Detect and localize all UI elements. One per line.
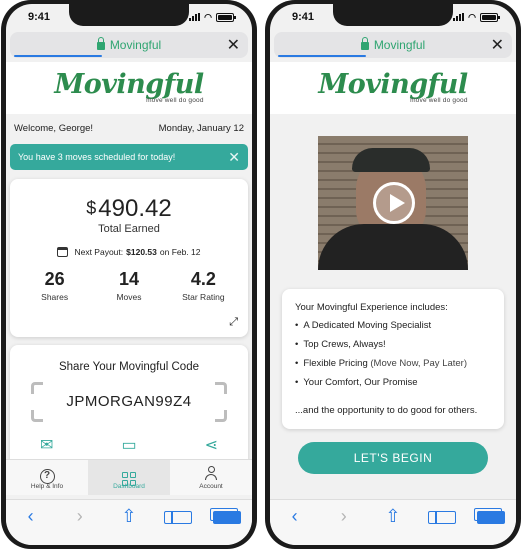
lock-icon bbox=[96, 37, 105, 50]
screen: 9:41 ◠ Movingful ✕ Movingful move well d… bbox=[270, 4, 516, 545]
stats-row: 26 Shares 14 Moves 4.2 Star Rating bbox=[18, 269, 240, 302]
total-earned-label: Total Earned bbox=[98, 223, 160, 235]
bookmarks-icon bbox=[428, 511, 457, 524]
close-icon[interactable]: ✕ bbox=[491, 35, 504, 55]
forward-icon[interactable]: › bbox=[66, 506, 94, 527]
intro-video[interactable] bbox=[318, 136, 468, 270]
tabs-icon bbox=[213, 511, 242, 524]
status-time: 9:41 bbox=[28, 11, 51, 23]
share-sheet-icon[interactable]: ⇧ bbox=[115, 506, 143, 527]
notch bbox=[333, 4, 453, 26]
share-code-card: Share Your Movingful Code JPMORGAN99Z4 ✉… bbox=[10, 345, 248, 475]
stat-shares: 26 Shares bbox=[41, 269, 69, 302]
payout-amount: $120.53 bbox=[126, 247, 157, 257]
play-icon[interactable] bbox=[373, 182, 415, 224]
browser-toolbar: ‹ › ⇧ bbox=[270, 499, 516, 545]
experience-footer: ...and the opportunity to do good for ot… bbox=[295, 405, 478, 416]
banner-text: You have 3 moves scheduled for today! bbox=[18, 152, 176, 162]
welcome-text: Welcome, George! bbox=[14, 123, 94, 134]
welcome-row: Welcome, George! Monday, January 12 bbox=[14, 123, 244, 134]
help-icon: ? bbox=[39, 469, 55, 484]
back-icon[interactable]: ‹ bbox=[17, 506, 45, 527]
battery-icon bbox=[480, 12, 500, 22]
stat-moves: 14 Moves bbox=[116, 269, 142, 302]
list-item: Top Crews, Always! bbox=[295, 339, 496, 358]
experience-list: A Dedicated Moving Specialist Top Crews,… bbox=[295, 320, 496, 396]
tab-account[interactable]: Account bbox=[170, 460, 252, 495]
bookmarks-button[interactable] bbox=[164, 506, 193, 527]
phone-intro: 9:41 ◠ Movingful ✕ Movingful move well d… bbox=[265, 0, 521, 549]
bookmarks-button[interactable] bbox=[428, 506, 457, 527]
signal-icon bbox=[453, 13, 465, 21]
tabs-icon bbox=[477, 511, 506, 524]
loading-progress bbox=[278, 55, 366, 57]
total-earned-amount: $490.42 bbox=[86, 195, 172, 222]
battery-icon bbox=[216, 12, 236, 22]
list-item: A Dedicated Moving Specialist bbox=[295, 320, 496, 339]
dismiss-icon[interactable]: ✕ bbox=[228, 149, 240, 166]
signal-icon bbox=[189, 13, 201, 21]
site-name: Movingful bbox=[109, 38, 162, 52]
forward-icon[interactable]: › bbox=[330, 506, 358, 527]
logo: Movingful move well do good bbox=[54, 69, 204, 105]
email-icon[interactable]: ✉ bbox=[40, 435, 53, 455]
lets-begin-button[interactable]: LET'S BEGIN bbox=[298, 442, 488, 474]
screen: 9:41 ◠ Movingful ✕ Movingful move well d… bbox=[6, 4, 252, 545]
message-icon[interactable]: ▭ bbox=[121, 435, 136, 455]
expand-icon[interactable]: ⤢ bbox=[229, 316, 238, 329]
tabs-button[interactable] bbox=[213, 506, 242, 527]
address-bar[interactable]: Movingful ✕ bbox=[10, 32, 248, 58]
experience-card: Your Movingful Experience includes: A De… bbox=[282, 289, 504, 429]
tabs-button[interactable] bbox=[477, 506, 506, 527]
header: Movingful move well do good bbox=[6, 62, 252, 114]
logo: Movingful move well do good bbox=[318, 69, 468, 105]
address-bar[interactable]: Movingful ✕ bbox=[274, 32, 512, 58]
tab-help[interactable]: ? Help & Info bbox=[6, 460, 88, 495]
code-frame: JPMORGAN99Z4 bbox=[31, 382, 227, 422]
earnings-card: $490.42 Total Earned Next Payout: $120.5… bbox=[10, 179, 248, 337]
calendar-icon bbox=[57, 247, 69, 257]
next-payout: Next Payout: $120.53 on Feb. 12 bbox=[10, 247, 248, 257]
referral-code[interactable]: JPMORGAN99Z4 bbox=[31, 393, 227, 410]
loading-progress bbox=[14, 55, 102, 57]
header: Movingful move well do good bbox=[270, 62, 516, 114]
notification-banner: You have 3 moves scheduled for today! ✕ bbox=[10, 144, 248, 170]
wifi-icon: ◠ bbox=[204, 11, 212, 22]
list-item: Your Comfort, Our Promise bbox=[295, 377, 496, 396]
logo-wordmark: Movingful bbox=[318, 69, 468, 101]
share-sheet-icon[interactable]: ⇧ bbox=[379, 506, 407, 527]
status-time: 9:41 bbox=[292, 11, 315, 23]
bookmarks-icon bbox=[164, 511, 193, 524]
share-code-title: Share Your Movingful Code bbox=[58, 361, 199, 373]
person-icon bbox=[204, 465, 218, 481]
share-icon[interactable]: ⋖ bbox=[205, 435, 218, 455]
list-item: Flexible Pricing (Move Now, Pay Later) bbox=[295, 358, 496, 377]
stat-rating: 4.2 Star Rating bbox=[182, 269, 225, 302]
logo-wordmark: Movingful bbox=[54, 69, 204, 101]
experience-title: Your Movingful Experience includes: bbox=[295, 302, 448, 313]
phone-dashboard: 9:41 ◠ Movingful ✕ Movingful move well d… bbox=[1, 0, 257, 549]
tab-dashboard[interactable]: Dashboard bbox=[88, 460, 170, 495]
app-tab-bar: ? Help & Info Dashboard Account bbox=[6, 459, 252, 495]
date-text: Monday, January 12 bbox=[158, 123, 244, 134]
share-actions: ✉ ▭ ⋖ bbox=[40, 435, 218, 455]
wifi-icon: ◠ bbox=[468, 11, 476, 22]
notch bbox=[69, 4, 189, 26]
browser-toolbar: ‹ › ⇧ bbox=[6, 499, 252, 545]
lock-icon bbox=[360, 37, 369, 50]
site-name: Movingful bbox=[373, 38, 426, 52]
back-icon[interactable]: ‹ bbox=[281, 506, 309, 527]
close-icon[interactable]: ✕ bbox=[227, 35, 240, 55]
